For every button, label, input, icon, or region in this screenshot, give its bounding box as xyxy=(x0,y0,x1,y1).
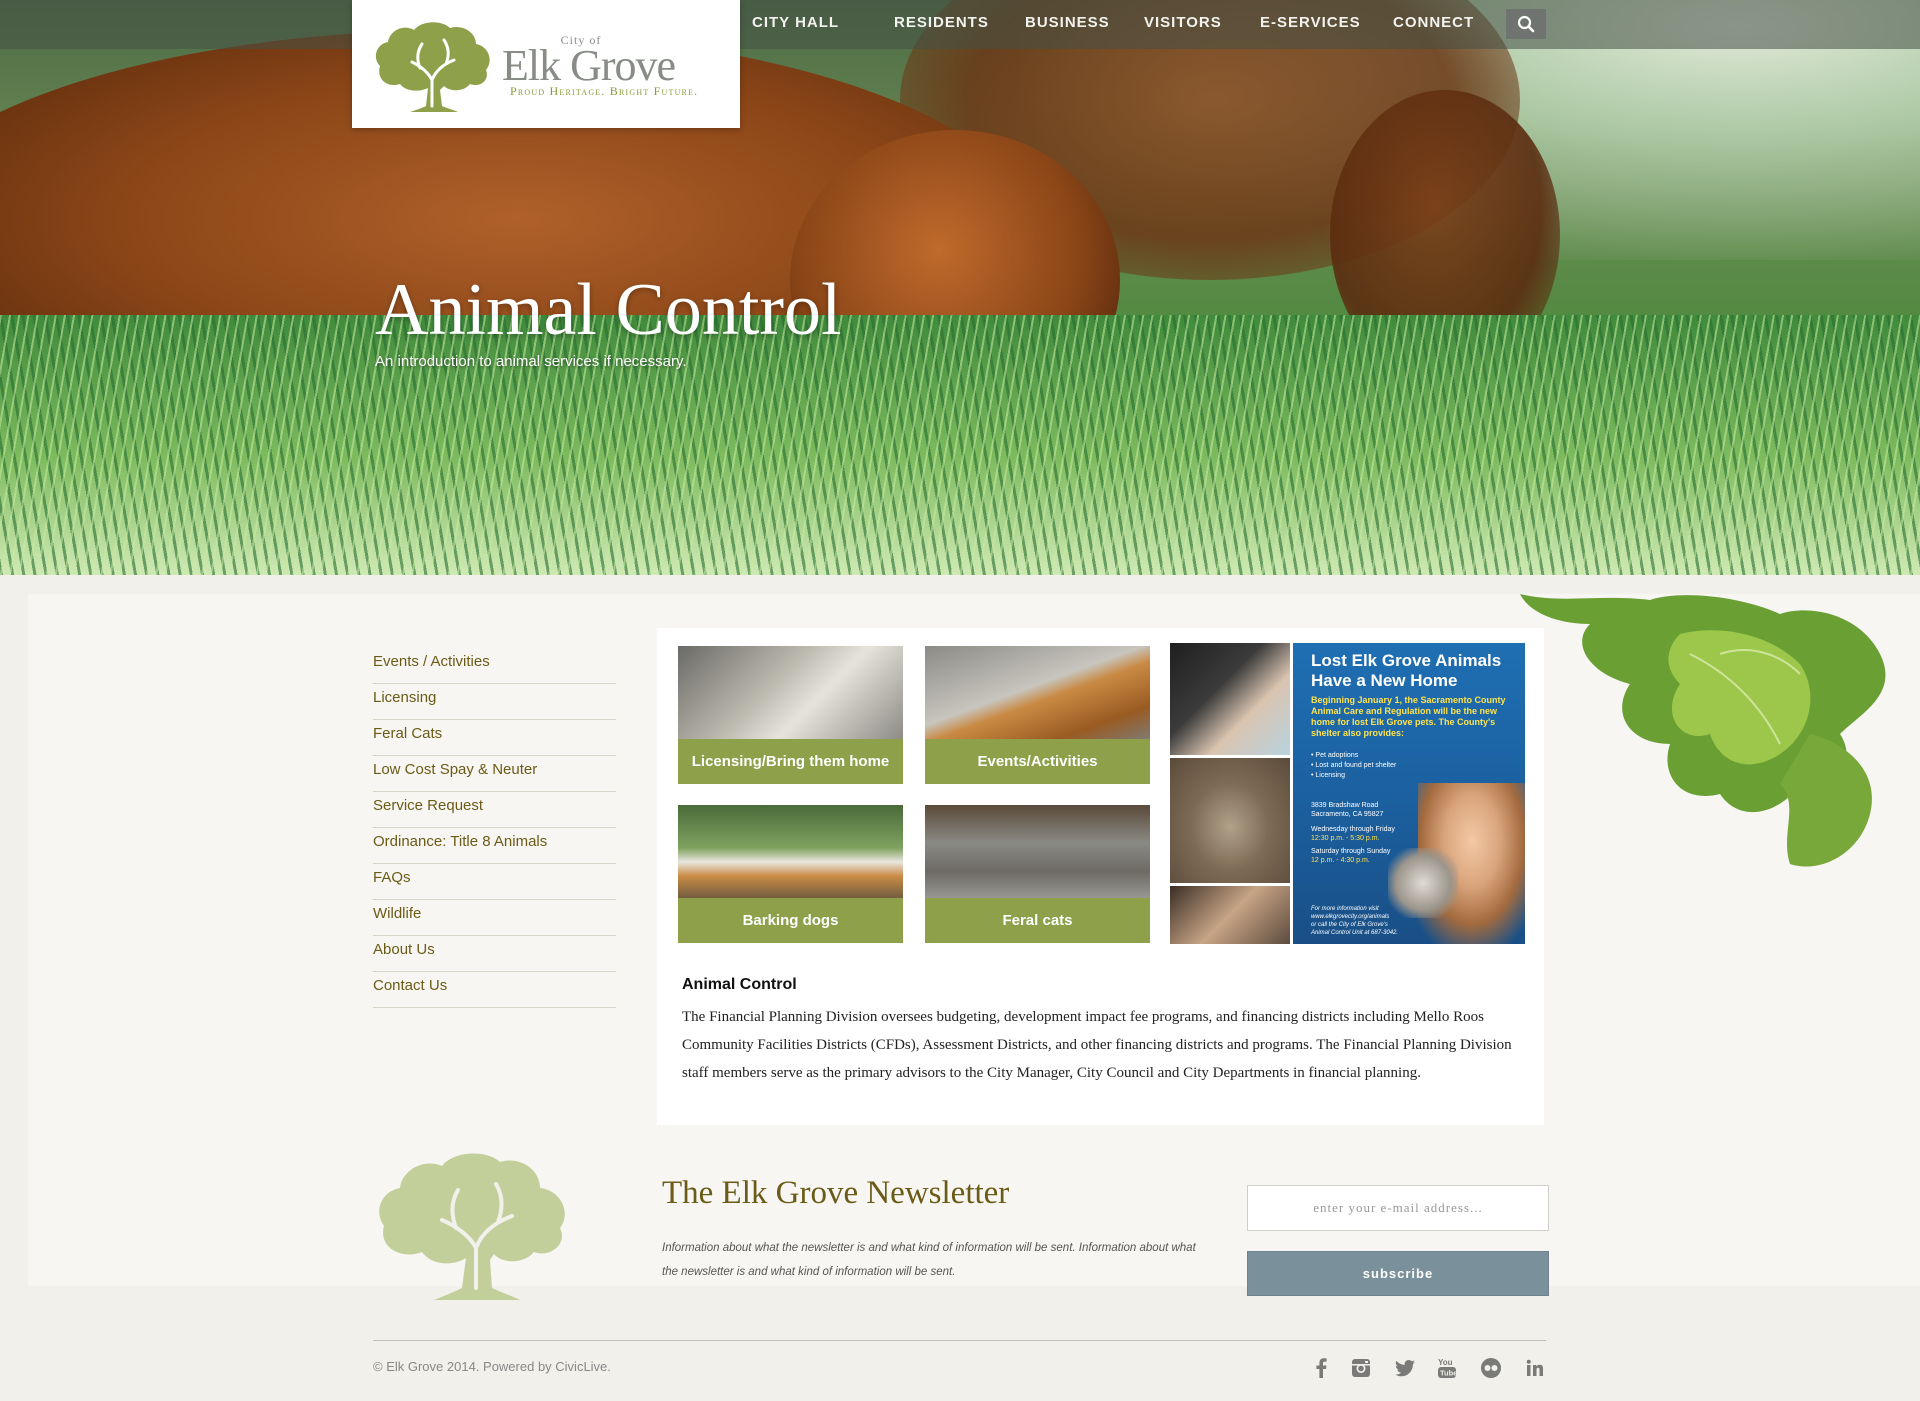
article-title: Animal Control xyxy=(682,976,797,993)
promo-photo-person xyxy=(1170,886,1290,944)
main-nav: CITY HALL RESIDENTS BUSINESS VISITORS E-… xyxy=(752,0,1560,49)
nav-city-hall[interactable]: CITY HALL xyxy=(752,14,839,31)
poster-services-list: • Pet adoptions • Lost and found pet she… xyxy=(1311,751,1431,781)
subscribe-button[interactable]: subscribe xyxy=(1247,1251,1549,1296)
tile-label: Feral cats xyxy=(925,898,1150,943)
sidebar-item-contact-us[interactable]: Contact Us xyxy=(373,972,616,1008)
oak-tree-watermark-icon xyxy=(379,1153,565,1300)
poster-address-line: Sacramento, CA 95827 xyxy=(1311,811,1384,818)
poster-list-item: • Licensing xyxy=(1311,772,1345,779)
search-icon xyxy=(1517,15,1535,33)
newsletter-email-input[interactable] xyxy=(1247,1185,1549,1231)
article-body: The Financial Planning Division oversees… xyxy=(682,1009,1512,1081)
hero-photo-grass xyxy=(0,315,1920,575)
promo-photo-dog-vet xyxy=(1170,643,1290,755)
sidebar-item-faqs[interactable]: FAQs xyxy=(373,864,616,900)
poster-hours-time: 12:30 p.m. - 5:30 p.m. xyxy=(1311,835,1380,842)
poster-list-item: • Pet adoptions xyxy=(1311,752,1359,759)
linkedin-icon[interactable] xyxy=(1522,1355,1548,1381)
instagram-icon[interactable] xyxy=(1348,1355,1374,1381)
sidebar-item-service-request[interactable]: Service Request xyxy=(373,792,616,828)
poster-title: Lost Elk Grove Animals Have a New Home xyxy=(1311,651,1502,690)
tile-barking-dogs[interactable]: Barking dogs xyxy=(678,805,903,943)
poster-contact-line: or call the City of Elk Grove's xyxy=(1311,922,1388,928)
poster-contact-line: www.elkgrovecity.org/animals xyxy=(1311,914,1390,920)
footer-copyright: © Elk Grove 2014. Powered by CivicLive. xyxy=(373,1359,611,1374)
tile-label: Barking dogs xyxy=(678,898,903,943)
sidebar-item-low-cost-spay-neuter[interactable]: Low Cost Spay & Neuter xyxy=(373,756,616,792)
page-subtitle: An introduction to animal services if ne… xyxy=(375,353,687,370)
tile-feral-cats[interactable]: Feral cats xyxy=(925,805,1150,943)
promo-photo-kitten xyxy=(1170,758,1290,883)
tile-photo-cat xyxy=(678,646,903,741)
tile-photo-puppy xyxy=(925,646,1150,741)
footer-divider xyxy=(373,1340,1546,1341)
poster-contact-line: Animal Control Unit at 687-3042. xyxy=(1311,930,1399,936)
oak-tree-logo-icon xyxy=(375,22,490,112)
twitter-icon[interactable] xyxy=(1392,1355,1418,1381)
tile-photo-dog xyxy=(678,805,903,900)
sidebar-item-feral-cats[interactable]: Feral Cats xyxy=(373,720,616,756)
sidebar-nav: Events / Activities Licensing Feral Cats… xyxy=(373,648,616,1008)
poster-hours-label: Saturday through Sunday xyxy=(1311,848,1391,855)
poster-intro: Beginning January 1, the Sacramento Coun… xyxy=(1311,695,1506,738)
nav-residents[interactable]: RESIDENTS xyxy=(894,14,989,31)
youtube-icon[interactable]: You Tube xyxy=(1434,1355,1460,1381)
hero-banner: Animal Control An introduction to animal… xyxy=(0,0,1920,575)
newsletter-description: Information about what the newsletter is… xyxy=(662,1242,1196,1278)
lost-animals-promo[interactable]: Lost Elk Grove Animals Have a New Home B… xyxy=(1170,643,1525,944)
site-logo[interactable]: City of Elk Grove Proud Heritage. Bright… xyxy=(352,0,740,128)
poster-hours-label: Wednesday through Friday xyxy=(1311,826,1395,833)
nav-visitors[interactable]: VISITORS xyxy=(1144,14,1222,31)
sidebar-item-wildlife[interactable]: Wildlife xyxy=(373,900,616,936)
svg-text:You: You xyxy=(1438,1358,1453,1367)
newsletter-title: The Elk Grove Newsletter xyxy=(662,1175,1010,1211)
facebook-icon[interactable] xyxy=(1308,1355,1334,1381)
sidebar-item-about-us[interactable]: About Us xyxy=(373,936,616,972)
logo-tagline: Proud Heritage. Bright Future. xyxy=(510,84,699,98)
nav-connect[interactable]: CONNECT xyxy=(1393,14,1474,31)
nav-e-services[interactable]: E-SERVICES xyxy=(1260,14,1361,31)
tile-label: Licensing/Bring them home xyxy=(678,739,903,784)
nav-business[interactable]: BUSINESS xyxy=(1025,14,1110,31)
sidebar-item-events-activities[interactable]: Events / Activities xyxy=(373,648,616,684)
tile-label: Events/Activities xyxy=(925,739,1150,784)
tile-photo-cat xyxy=(925,805,1150,900)
svg-text:Tube: Tube xyxy=(1440,1369,1457,1378)
sidebar-item-ordinance[interactable]: Ordinance: Title 8 Animals xyxy=(373,828,616,864)
oak-leaves-decoration xyxy=(1520,594,1886,867)
tile-events[interactable]: Events/Activities xyxy=(925,646,1150,784)
poster-address: 3839 Bradshaw Road Sacramento, CA 95827 xyxy=(1311,801,1431,819)
search-button[interactable] xyxy=(1506,9,1546,39)
poster-hours-time: 12 p.m. - 4:30 p.m. xyxy=(1311,857,1370,864)
poster-list-item: • Lost and found pet shelter xyxy=(1311,762,1397,769)
promo-poster: Lost Elk Grove Animals Have a New Home B… xyxy=(1293,643,1525,944)
poster-hours: Wednesday through Friday 12:30 p.m. - 5:… xyxy=(1311,825,1431,865)
flickr-icon[interactable] xyxy=(1478,1355,1504,1381)
poster-address-line: 3839 Bradshaw Road xyxy=(1311,802,1379,809)
poster-contact: For more information visit www.elkgrovec… xyxy=(1311,905,1431,937)
page-title: Animal Control xyxy=(375,269,842,351)
tile-licensing[interactable]: Licensing/Bring them home xyxy=(678,646,903,784)
sidebar-item-licensing[interactable]: Licensing xyxy=(373,684,616,720)
poster-contact-line: For more information visit xyxy=(1311,906,1379,912)
